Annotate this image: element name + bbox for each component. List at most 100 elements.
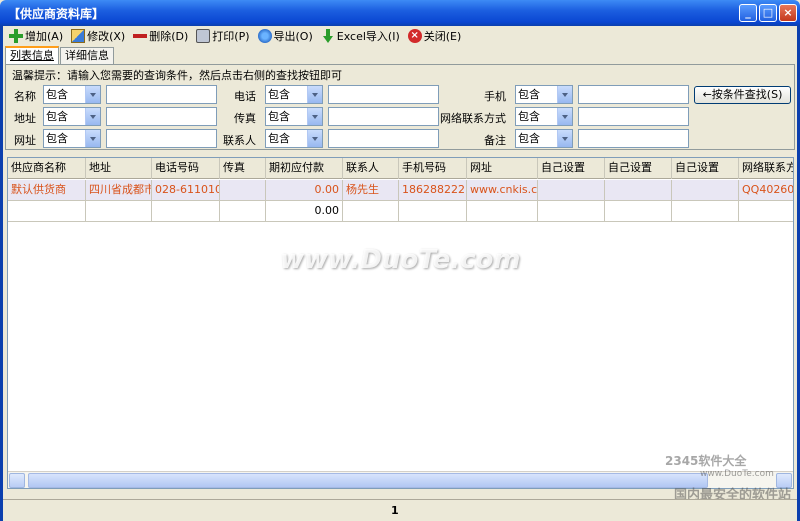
print-button[interactable]: 打印(P) [196, 27, 250, 45]
supplier-grid[interactable]: 供应商名称 地址 电话号码 传真 期初应付款 联系人 手机号码 网址 自己设置 … [7, 157, 794, 489]
cell-supplier-name: 默认供货商 [8, 180, 86, 201]
grid-header: 供应商名称 地址 电话号码 传真 期初应付款 联系人 手机号码 网址 自己设置 … [8, 158, 793, 179]
contact-op-select[interactable]: 包含 [265, 129, 323, 148]
col-header[interactable]: 传真 [220, 158, 266, 179]
col-header[interactable]: 网址 [467, 158, 538, 179]
mobile-input[interactable] [578, 85, 689, 104]
delete-button[interactable]: 删除(D) [133, 27, 188, 45]
scroll-left-button[interactable] [9, 473, 25, 488]
cell-website [467, 201, 538, 222]
label-im: 网络联系方式 [440, 112, 506, 125]
col-header[interactable]: 手机号码 [399, 158, 467, 179]
cell-custom-3 [672, 201, 739, 222]
close-button[interactable]: × 关闭(E) [407, 27, 461, 45]
phone-op-select[interactable]: 包含 [265, 85, 323, 104]
site-watermark-url: www.DuoTe.com [700, 469, 774, 479]
tab-list-info[interactable]: 列表信息 [5, 46, 59, 64]
chevron-down-icon [307, 130, 322, 147]
add-label: 增加(A) [25, 30, 64, 43]
col-header[interactable]: 自己设置 [605, 158, 672, 179]
chevron-down-icon [85, 108, 100, 125]
mobile-op-select[interactable]: 包含 [515, 85, 573, 104]
minimize-button[interactable]: _ [739, 4, 757, 22]
cell-contact: 杨先生 [343, 180, 399, 201]
remark-op-value: 包含 [518, 132, 540, 145]
status-bar: 1 [3, 499, 797, 521]
edit-button[interactable]: 修改(X) [71, 27, 125, 45]
website-op-select[interactable]: 包含 [43, 129, 101, 148]
table-row[interactable]: 0.00 [8, 201, 793, 222]
cell-address: 四川省成都市 [86, 180, 152, 201]
duote-watermark: www.DuoTe.com [280, 245, 521, 275]
label-address: 地址 [14, 112, 36, 125]
address-op-value: 包含 [46, 110, 68, 123]
phone-input[interactable] [328, 85, 439, 104]
chevron-down-icon [307, 86, 322, 103]
fax-op-select[interactable]: 包含 [265, 107, 323, 126]
cell-custom-2 [605, 180, 672, 201]
col-header[interactable]: 期初应付款 [266, 158, 343, 179]
search-hint: 温馨提示：请输入您需要的查询条件，然后点击右侧的查找按钮即可 [12, 69, 342, 82]
cell-custom-1 [538, 180, 605, 201]
chevron-down-icon [557, 86, 572, 103]
chevron-down-icon [557, 108, 572, 125]
search-panel: 温馨提示：请输入您需要的查询条件，然后点击右侧的查找按钮即可 名称 包含 电话 … [5, 64, 795, 150]
down-arrow-icon [321, 29, 335, 43]
tab-bar: 列表信息 详细信息 [3, 46, 115, 64]
col-header[interactable]: 供应商名称 [8, 158, 86, 179]
label-website: 网址 [14, 134, 36, 147]
close-icon: × [407, 29, 422, 43]
col-header[interactable]: 联系人 [343, 158, 399, 179]
cell-phone [152, 201, 220, 222]
printer-icon [196, 29, 211, 43]
col-header[interactable]: 自己设置 [672, 158, 739, 179]
print-label: 打印(P) [212, 30, 250, 43]
cell-fax [220, 180, 266, 201]
cell-website: www.cnkis.com [467, 180, 538, 201]
label-phone: 电话 [234, 90, 256, 103]
col-header[interactable]: 电话号码 [152, 158, 220, 179]
tab-detail-info[interactable]: 详细信息 [60, 47, 114, 64]
toolbar: 增加(A) 修改(X) 删除(D) 打印(P) 导出(O) Excel导入(I)… [3, 26, 797, 46]
remark-op-select[interactable]: 包含 [515, 129, 573, 148]
im-op-select[interactable]: 包含 [515, 107, 573, 126]
name-op-select[interactable]: 包含 [43, 85, 101, 104]
search-by-condition-button[interactable]: ←按条件查找(S) [694, 86, 791, 104]
label-contact: 联系人 [223, 134, 256, 147]
close-window-button[interactable]: × [779, 4, 797, 22]
cell-opening-payable: 0.00 [266, 180, 343, 201]
minus-icon [133, 29, 148, 43]
page-number: 1 [391, 504, 399, 517]
edit-icon [71, 29, 86, 43]
contact-input[interactable] [328, 129, 439, 148]
website-op-value: 包含 [46, 132, 68, 145]
chevron-down-icon [307, 108, 322, 125]
cell-mobile: 18628822218 [399, 180, 467, 201]
im-op-value: 包含 [518, 110, 540, 123]
export-button[interactable]: 导出(O) [257, 27, 313, 45]
fax-input[interactable] [328, 107, 439, 126]
label-name: 名称 [14, 90, 36, 103]
import-label: Excel导入(I) [336, 30, 400, 43]
cell-phone: 028-61101006 [152, 180, 220, 201]
excel-import-button[interactable]: Excel导入(I) [321, 27, 400, 45]
col-header[interactable]: 网络联系方式 [739, 158, 793, 179]
site-watermark-top: 2345软件大全 [665, 454, 747, 468]
cell-supplier-name [8, 201, 86, 222]
cell-custom-3 [672, 180, 739, 201]
col-header[interactable]: 自己设置 [538, 158, 605, 179]
title-bar: 【供应商资料库】 _ □ × [0, 0, 800, 26]
delete-label: 删除(D) [149, 30, 189, 43]
remark-input[interactable] [578, 129, 689, 148]
maximize-button[interactable]: □ [759, 4, 777, 22]
mobile-op-value: 包含 [518, 88, 540, 101]
scroll-thumb[interactable] [28, 473, 708, 488]
add-button[interactable]: 增加(A) [9, 27, 63, 45]
cell-custom-2 [605, 201, 672, 222]
col-header[interactable]: 地址 [86, 158, 152, 179]
label-fax: 传真 [234, 112, 256, 125]
address-op-select[interactable]: 包含 [43, 107, 101, 126]
cell-custom-1 [538, 201, 605, 222]
im-input[interactable] [578, 107, 689, 126]
table-row[interactable]: 默认供货商 四川省成都市 028-61101006 0.00 杨先生 18628… [8, 180, 793, 201]
